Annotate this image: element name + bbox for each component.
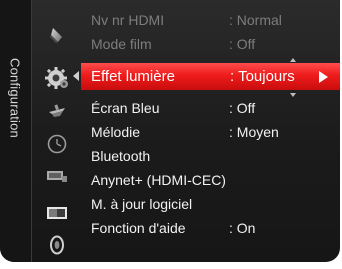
menu-item-label: Effet lumière <box>91 68 175 85</box>
menu-item-value: : On <box>229 220 256 236</box>
menu-item-anynet[interactable]: Anynet+ (HDMI-CEC) <box>81 169 340 191</box>
menu-item-label: Fonction d'aide <box>91 220 186 236</box>
category-icon-column <box>31 0 81 262</box>
tv-menu-screen: Configuration Nv nr HDMI: Normal Mode f… <box>0 0 342 269</box>
application-icon[interactable] <box>44 200 70 226</box>
menu-item-value: : Moyen <box>229 124 279 140</box>
menu-item-value: : Toujours <box>230 68 295 85</box>
scroll-up-icon <box>290 58 296 62</box>
setup-icon[interactable] <box>44 65 70 91</box>
menu-item-film-mode: Mode film : Off <box>81 33 340 55</box>
menu-item-label: Mélodie <box>91 124 141 140</box>
menu-item-label: M. à jour logiciel <box>91 196 193 212</box>
menu-item-software-upgrade[interactable]: M. à jour logiciel <box>81 193 340 215</box>
menu-item-melody[interactable]: Mélodie : Moyen <box>81 121 340 143</box>
menu-item-label: Mode film <box>91 36 152 52</box>
satellite-icon[interactable] <box>44 100 70 126</box>
settings-panel: Configuration Nv nr HDMI: Normal Mode f… <box>0 0 340 262</box>
menu-item-label: Nv nr HDMI <box>91 12 165 28</box>
picture-icon[interactable] <box>44 22 70 48</box>
submenu-arrow-icon <box>319 71 328 83</box>
setup-menu-list: Nv nr HDMI : Normal Mode film : Off Effe… <box>81 0 340 262</box>
menu-item-hdmi-black-level: Nv nr HDMI : Normal <box>81 9 340 31</box>
menu-item-value: : Off <box>229 36 256 52</box>
input-icon[interactable] <box>44 163 70 189</box>
category-tab: Configuration <box>0 0 32 262</box>
support-icon[interactable] <box>44 232 70 258</box>
clock-icon[interactable] <box>44 131 70 157</box>
menu-item-help-function[interactable]: Fonction d'aide : On <box>81 217 340 239</box>
menu-item-label: Écran Bleu <box>91 100 160 116</box>
menu-item-value: : Off <box>229 100 256 116</box>
active-category-pointer-icon <box>73 71 79 81</box>
menu-item-label: Anynet+ (HDMI-CEC) <box>91 172 226 188</box>
menu-item-blue-screen[interactable]: Écran Bleu : Off <box>81 97 340 119</box>
menu-item-label: Bluetooth <box>91 148 151 164</box>
menu-item-bluetooth[interactable]: Bluetooth <box>81 145 340 167</box>
menu-item-value: : Normal <box>229 12 282 28</box>
category-tab-label: Configuration <box>7 58 23 138</box>
menu-item-light-effect[interactable]: Effet lumière : Toujours <box>81 63 340 90</box>
